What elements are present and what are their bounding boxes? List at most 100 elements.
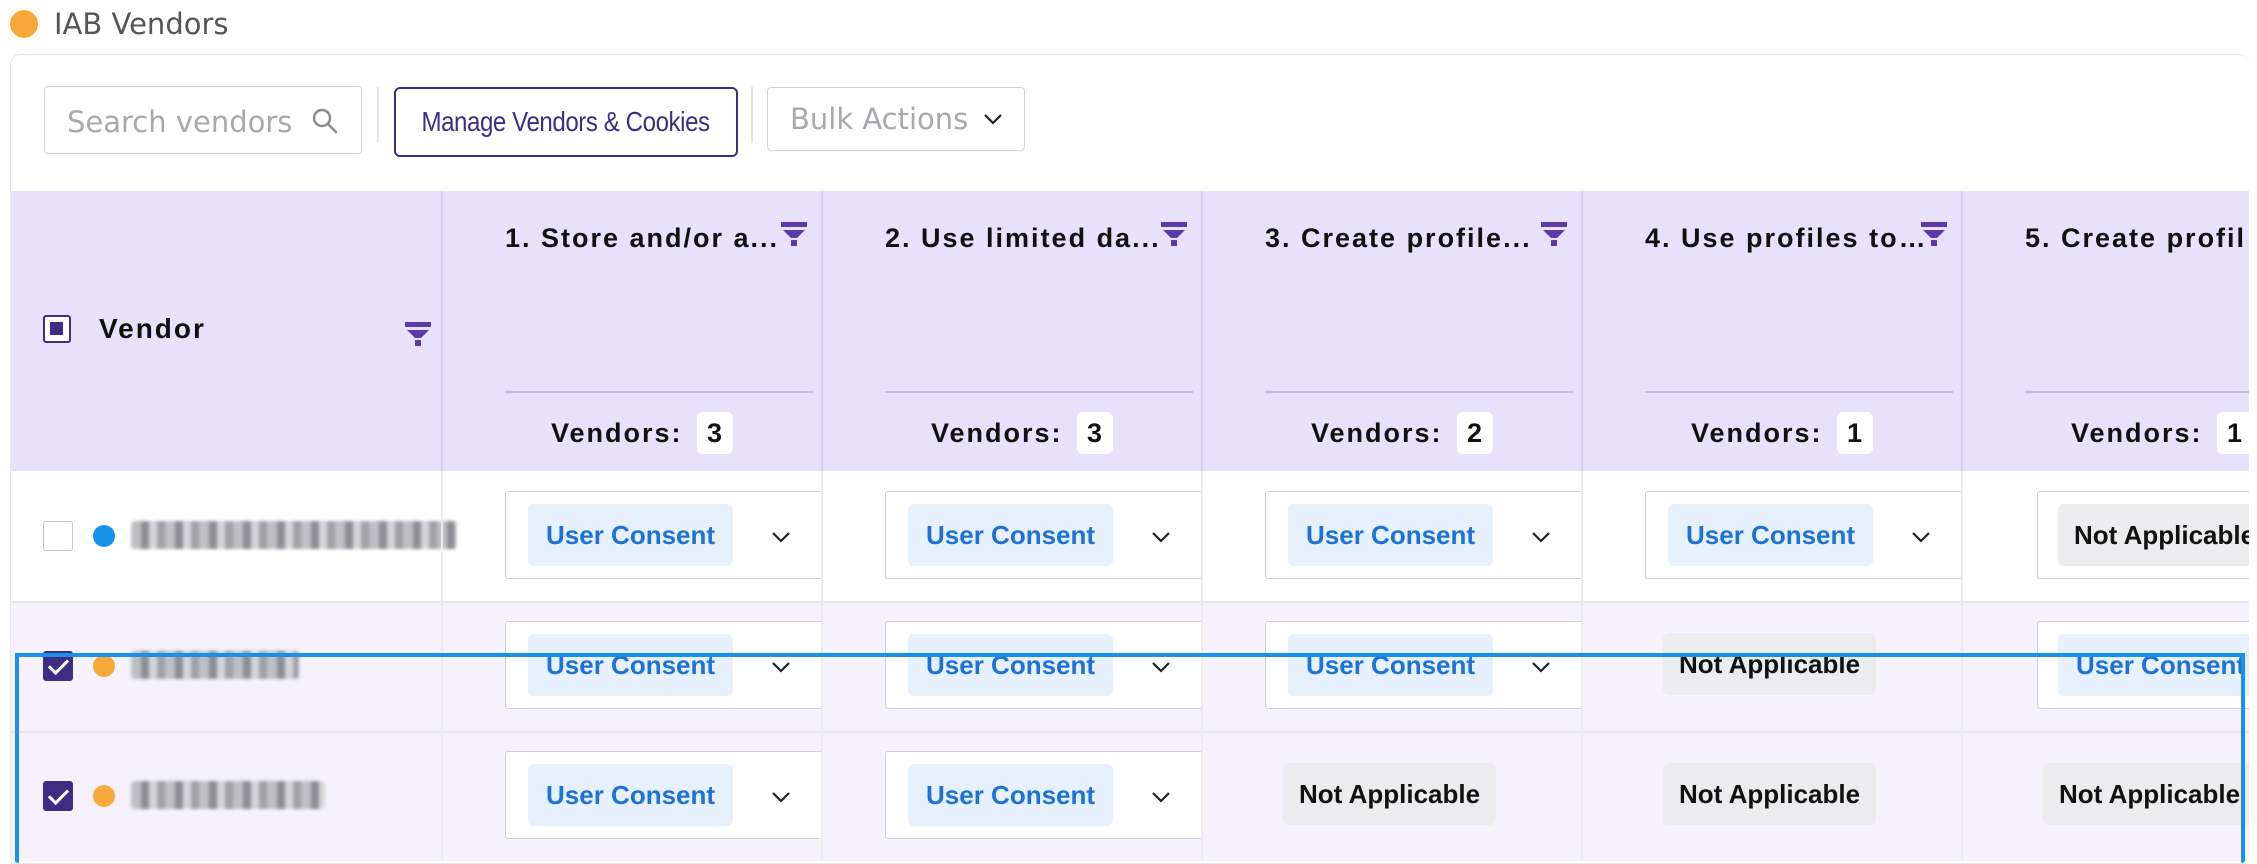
search-icon[interactable] (311, 107, 339, 135)
purpose-title: 1. Store and/or a... (505, 223, 780, 253)
status-dot (93, 655, 115, 677)
filter-icon[interactable] (779, 219, 809, 249)
vendor-count: Vendors: 3 (551, 409, 733, 457)
consent-pill: User Consent (1288, 634, 1494, 696)
column-divider (1201, 731, 1203, 861)
column-divider (441, 601, 443, 731)
purpose-column-header: 3. Create profile... Vendors: 2 (1265, 191, 1645, 471)
purpose-title: 2. Use limited da... (885, 223, 1161, 253)
row-divider (11, 731, 2249, 733)
not-applicable-label: Not Applicable (1663, 763, 1877, 825)
vendor-header-label: Vendor (99, 313, 206, 344)
consent-select[interactable]: User Consent (1265, 621, 1583, 709)
chevron-down-icon (772, 662, 790, 673)
purpose-column-header: 1. Store and/or a... Vendors: 3 (505, 191, 885, 471)
status-dot (10, 10, 38, 38)
chevron-down-icon (984, 114, 1002, 125)
row-checkbox[interactable] (43, 651, 73, 681)
chevron-down-icon (1152, 532, 1170, 543)
search-input[interactable] (65, 103, 309, 141)
filter-icon[interactable] (1919, 219, 1949, 249)
consent-select[interactable]: User Consent (1645, 491, 1963, 579)
chevron-down-icon (772, 532, 790, 543)
search-box[interactable] (44, 86, 362, 154)
consent-pill: User Consent (908, 504, 1114, 566)
column-divider (441, 731, 443, 861)
manage-vendors-button[interactable]: Manage Vendors & Cookies (394, 87, 738, 157)
consent-pill: User Consent (2058, 634, 2249, 696)
consent-pill: User Consent (908, 634, 1114, 696)
redacted-vendor-name (131, 651, 299, 679)
vendor-column-header: Vendor (43, 191, 463, 471)
column-divider (441, 471, 443, 601)
bulk-actions-label: Bulk Actions (790, 102, 969, 136)
header-underline (1645, 391, 1953, 393)
not-applicable-label: Not Applicable (1663, 633, 1877, 695)
status-dot (93, 525, 115, 547)
row-divider (11, 601, 2249, 603)
column-divider (1201, 601, 1203, 731)
vendor-count: Vendors: 1 (2071, 409, 2249, 457)
header-underline (2025, 391, 2249, 393)
purpose-title: 3. Create profile... (1265, 223, 1532, 253)
vendor-count-label: Vendors: (1691, 417, 1823, 448)
chevron-down-icon (1912, 532, 1930, 543)
vendor-count: Vendors: 2 (1311, 409, 1493, 457)
toolbar-divider (377, 87, 379, 143)
consent-pill: User Consent (908, 764, 1114, 826)
purpose-column-header: 2. Use limited da... Vendors: 3 (885, 191, 1265, 471)
header-underline (505, 391, 813, 393)
column-divider (1961, 471, 1963, 601)
vendor-count-label: Vendors: (551, 417, 683, 448)
vendor-count-badge: 3 (696, 412, 733, 454)
not-applicable-pill: Not Applicable (2058, 504, 2249, 566)
column-divider (821, 731, 823, 861)
consent-select[interactable]: User Consent (1265, 491, 1583, 579)
column-divider (821, 191, 823, 471)
select-all-checkbox[interactable] (43, 315, 71, 343)
status-dot (93, 785, 115, 807)
consent-pill: User Consent (528, 634, 734, 696)
vendor-count: Vendors: 3 (931, 409, 1113, 457)
consent-select[interactable]: User Consent (2037, 621, 2249, 709)
consent-select[interactable]: User Consent (505, 491, 823, 579)
column-divider (1961, 191, 1963, 471)
chevron-down-icon (1532, 662, 1550, 673)
consent-select[interactable]: User Consent (885, 621, 1203, 709)
toolbar: Manage Vendors & Cookies Bulk Actions (11, 55, 2249, 191)
column-divider (1581, 471, 1583, 601)
vendor-count-label: Vendors: (1311, 417, 1443, 448)
chevron-down-icon (1532, 532, 1550, 543)
consent-select[interactable]: Not Applicable (2037, 491, 2249, 579)
not-applicable-label: Not Applicable (2043, 763, 2249, 825)
header-underline (885, 391, 1193, 393)
column-divider (441, 191, 443, 471)
filter-icon[interactable] (1539, 219, 1569, 249)
redacted-vendor-name (131, 521, 457, 549)
chevron-down-icon (1152, 662, 1170, 673)
section-header: IAB Vendors (10, 7, 229, 41)
bulk-actions-dropdown[interactable]: Bulk Actions (767, 87, 1025, 151)
filter-icon[interactable] (1159, 219, 1189, 249)
toolbar-divider (751, 87, 753, 143)
redacted-vendor-name (131, 781, 325, 809)
consent-select[interactable]: User Consent (885, 751, 1203, 839)
consent-pill: User Consent (1668, 504, 1874, 566)
not-applicable-label: Not Applicable (1283, 763, 1497, 825)
consent-select[interactable]: User Consent (505, 751, 823, 839)
consent-select[interactable]: User Consent (885, 491, 1203, 579)
purpose-column-header: 4. Use profiles to... Vendors: 1 (1645, 191, 2025, 471)
section-title: IAB Vendors (54, 7, 229, 41)
consent-pill: User Consent (528, 764, 734, 826)
consent-pill: User Consent (528, 504, 734, 566)
row-checkbox[interactable] (43, 781, 73, 811)
vendor-count-label: Vendors: (2071, 417, 2203, 448)
row-checkbox[interactable] (43, 521, 73, 551)
filter-icon[interactable] (403, 319, 433, 349)
chevron-down-icon (1152, 792, 1170, 803)
vendor-count-label: Vendors: (931, 417, 1063, 448)
vendor-count-badge: 1 (1836, 412, 1873, 454)
purpose-column-header: 5. Create profil Vendors: 1 (2025, 191, 2249, 471)
consent-select[interactable]: User Consent (505, 621, 823, 709)
header-underline (1265, 391, 1573, 393)
